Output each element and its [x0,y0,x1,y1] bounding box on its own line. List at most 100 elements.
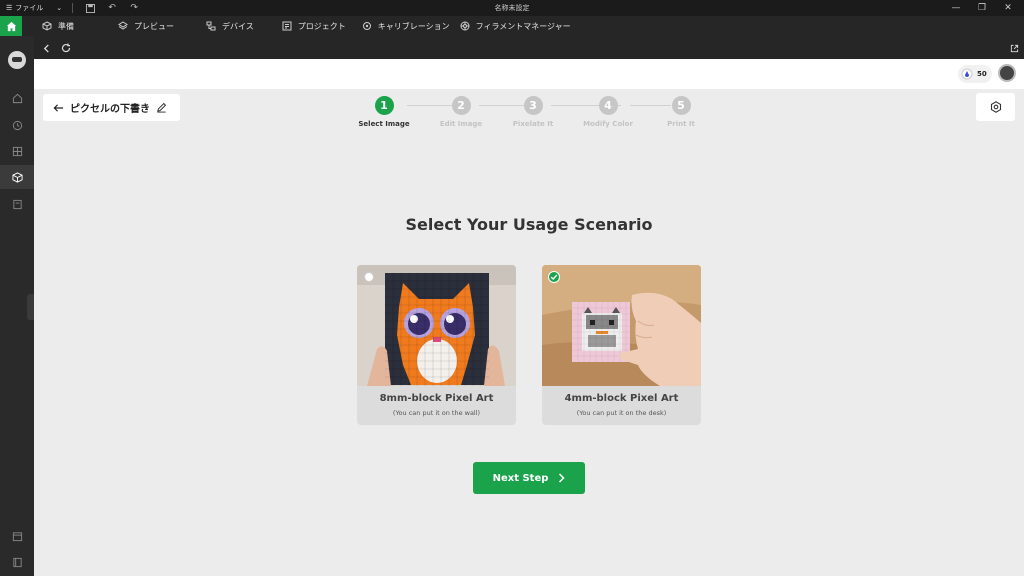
title-separator [72,3,74,13]
app-avatar[interactable] [8,51,26,69]
step-label: Select Image [358,120,410,128]
back-to-drafts-button[interactable]: ピクセルの下書き [43,94,180,121]
project-icon [282,21,292,31]
page-heading: Select Your Usage Scenario [405,215,653,234]
tab-calibration[interactable]: キャリブレーション [362,16,450,36]
step-number: 1 [374,96,394,115]
chevron-down-icon: ⌄ [56,4,63,12]
undo-icon[interactable]: ↶ [103,1,121,15]
calibration-icon [362,22,371,30]
tab-preview[interactable]: プレビュー [118,16,174,36]
scenario-card-4mm[interactable]: 4mm-block Pixel Art (You can put it on t… [542,265,701,425]
home-outline-icon [12,93,22,103]
sidebar-item-home[interactable] [0,86,34,110]
tab-preview-label: プレビュー [134,21,174,31]
filament-icon [460,21,470,31]
hamburger-icon: ☰ [6,4,13,12]
step-label: Modify Color [583,120,633,128]
step-select-image: 1 Select Image [349,96,419,128]
card-subtitle: (You can put it on the desk) [576,409,667,417]
step-modify-color: 4 Modify Color [573,96,643,128]
cube-icon [42,21,52,31]
file-menu-label: ファイル [15,4,44,12]
sidebar-item-calendar[interactable] [0,524,34,548]
scenario-card-8mm[interactable]: 8mm-block Pixel Art (You can put it on t… [357,265,516,425]
account-bar: 50 [34,59,1024,89]
document-icon [12,199,22,209]
sidebar-item-models[interactable] [0,139,34,163]
main-content: ピクセルの下書き 1 Select Image 2 Edit Image 3 P… [34,89,1024,576]
left-sidebar [0,36,34,576]
tab-device-label: デバイス [222,21,254,31]
credits-badge[interactable]: 50 [958,65,992,83]
scenario-selected-check[interactable] [548,271,560,283]
close-button[interactable]: ✕ [998,1,1018,15]
step-number: 2 [451,96,471,115]
step-label: Pixelate It [512,120,554,128]
clock-icon [12,120,22,130]
step-label: Edit Image [439,120,483,128]
open-external-button[interactable] [1006,40,1022,56]
chevron-left-icon [43,43,49,53]
grid-icon [12,146,22,156]
sidebar-item-drafts[interactable] [0,192,34,216]
scenario-radio-unselected[interactable] [364,272,374,282]
credits-count: 50 [977,70,987,78]
navigation-bar [34,36,1024,59]
step-number: 3 [523,96,543,115]
gear-icon [990,101,1001,113]
pencil-icon [157,102,167,113]
checkmark-icon [550,274,558,280]
refresh-button[interactable] [58,40,74,56]
step-print: 5 Print It [646,96,716,128]
back-nav-button[interactable] [38,40,54,56]
device-icon [206,21,216,31]
coin-icon [961,68,973,80]
step-number: 4 [598,96,618,115]
settings-button[interactable] [976,93,1015,121]
tab-filament-manager-label: フィラメントマネージャー [475,21,571,31]
restore-button[interactable]: ❐ [972,1,992,15]
tab-prepare-label: 準備 [58,21,74,31]
sidebar-collapse-handle[interactable] [27,294,34,320]
step-pixelate: 3 Pixelate It [498,96,568,128]
home-icon [6,21,16,31]
sidebar-item-book[interactable] [0,550,34,574]
card-subtitle: (You can put it on the wall) [392,409,481,417]
refresh-icon [61,43,71,53]
title-bar: ☰ ファイル ⌄ ↶ ↷ 名称未設定 — ❐ ✕ [0,0,1024,16]
minimize-button[interactable]: — [946,1,966,15]
user-avatar[interactable] [998,64,1016,82]
window-title: 名称未設定 [494,4,530,12]
tab-project[interactable]: プロジェクト [282,16,346,36]
sidebar-item-pixel-art[interactable] [0,165,34,189]
card-title: 4mm-block Pixel Art [564,393,679,404]
box-icon [11,171,23,183]
save-icon[interactable] [81,1,99,15]
sidebar-item-history[interactable] [0,113,34,137]
home-button[interactable] [0,16,22,36]
file-menu-button[interactable]: ☰ ファイル ⌄ [0,3,62,13]
next-step-label: Next Step [492,472,549,484]
chevron-right-icon [559,473,565,483]
redo-icon[interactable]: ↷ [125,1,143,15]
back-label: ピクセルの下書き [70,104,150,115]
tab-project-label: プロジェクト [297,21,346,31]
step-number: 5 [671,96,691,115]
pixel-art-8mm-image [357,265,516,386]
tab-device[interactable]: デバイス [206,16,254,36]
pixel-art-4mm-image [542,265,701,386]
calendar-icon [12,531,22,541]
next-step-button[interactable]: Next Step [473,462,585,494]
arrow-left-icon [53,103,64,112]
tab-calibration-label: キャリブレーション [377,21,450,31]
step-label: Print It [667,120,695,128]
card-title: 8mm-block Pixel Art [379,393,494,404]
main-toolbar: 準備 プレビュー デバイス プロジェクト キャリブレーション フィラメントマネー… [0,16,1024,36]
layers-icon [118,21,128,30]
step-edit-image: 2 Edit Image [426,96,496,128]
tab-prepare[interactable]: 準備 [42,16,74,36]
tab-filament-manager[interactable]: フィラメントマネージャー [460,16,571,36]
external-link-icon [1010,44,1018,52]
book-icon [12,557,22,567]
